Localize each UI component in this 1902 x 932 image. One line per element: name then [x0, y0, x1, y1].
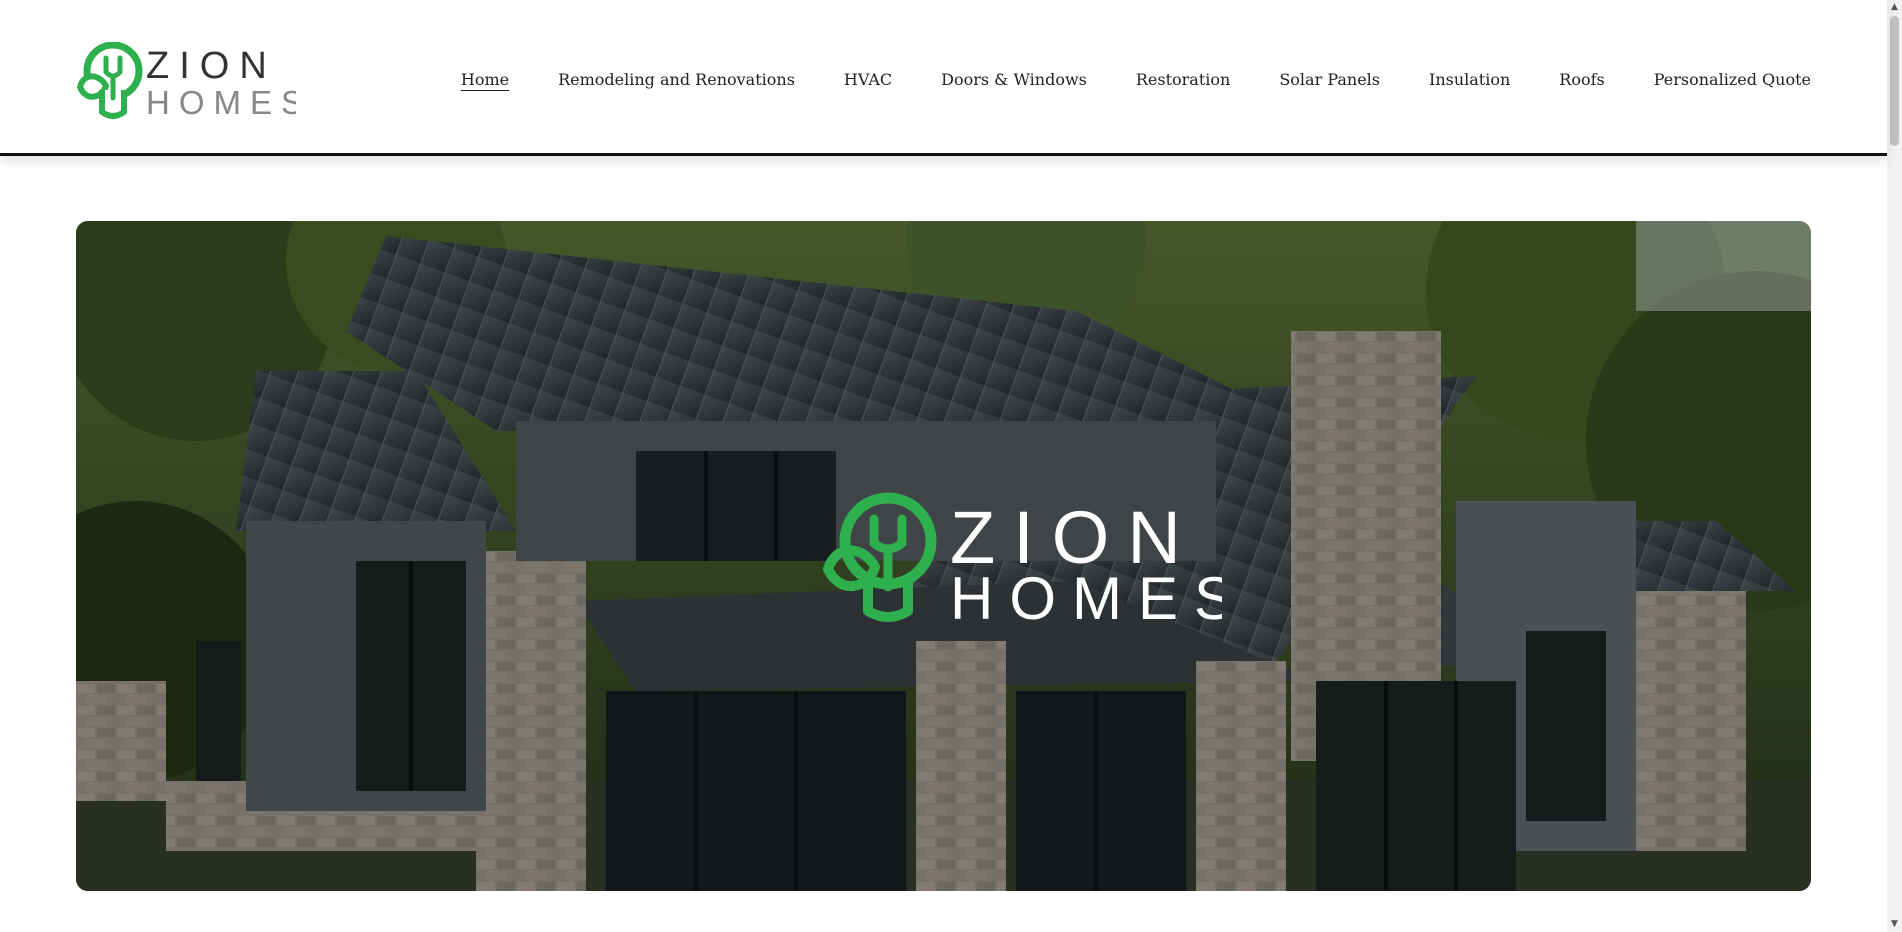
hero-logo-word-homes: HOMES [950, 565, 1222, 624]
nav-roofs[interactable]: Roofs [1559, 62, 1604, 98]
scrollbar-thumb[interactable] [1890, 16, 1899, 146]
nav-solar-panels[interactable]: Solar Panels [1279, 62, 1380, 98]
nav-hvac[interactable]: HVAC [844, 62, 892, 98]
nav-doors-windows[interactable]: Doors & Windows [941, 62, 1087, 98]
hero-logo: ZION HOMES [822, 489, 1222, 624]
main-navigation: Home Remodeling and Renovations HVAC Doo… [461, 62, 1811, 98]
site-logo[interactable]: ZION HOMES [76, 41, 303, 122]
nav-remodeling[interactable]: Remodeling and Renovations [558, 62, 795, 98]
scroll-up-arrow-icon[interactable]: ▲ [1887, 0, 1902, 15]
hero-lightbulb-leaf-icon: ZION HOMES [823, 492, 1222, 624]
nav-insulation[interactable]: Insulation [1429, 62, 1510, 98]
logo-word-homes: HOMES [146, 84, 296, 121]
lightbulb-leaf-icon: ZION HOMES [77, 41, 303, 121]
nav-home[interactable]: Home [461, 62, 509, 98]
vertical-scrollbar[interactable]: ▲ ▼ [1887, 0, 1902, 932]
logo-word-zion: ZION [146, 45, 277, 87]
nav-restoration[interactable]: Restoration [1136, 62, 1230, 98]
site-header: ZION HOMES Home Remodeling and Renovatio… [0, 0, 1887, 156]
hero-banner: ZION HOMES [76, 221, 1811, 891]
nav-personalized-quote[interactable]: Personalized Quote [1654, 62, 1811, 98]
scroll-down-arrow-icon[interactable]: ▼ [1887, 917, 1902, 932]
